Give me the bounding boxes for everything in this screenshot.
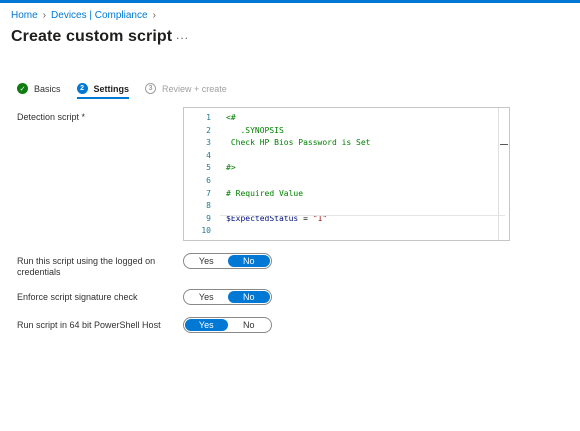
- line-number: 3: [206, 138, 211, 148]
- line-number: 6: [206, 175, 211, 185]
- current-line-highlight: [220, 215, 505, 216]
- editor-scrollbar[interactable]: [498, 108, 509, 240]
- chevron-right-icon: ›: [152, 10, 156, 21]
- signature-check-yes-option[interactable]: Yes: [185, 291, 228, 303]
- signature-check-toggle: Yes No: [183, 289, 272, 305]
- 64bit-powershell-no-option[interactable]: No: [228, 319, 271, 331]
- code-text: <#: [226, 113, 236, 122]
- detection-script-editor[interactable]: 1 <# 2 .SYNOPSIS 3 Check HP Bios Password…: [183, 107, 510, 241]
- line-number: 4: [206, 150, 211, 160]
- logged-on-credentials-yes-option[interactable]: Yes: [185, 255, 228, 267]
- 64bit-powershell-toggle: Yes No: [183, 317, 272, 333]
- line-number: 10: [201, 226, 211, 236]
- code-text: #>: [226, 163, 236, 173]
- code-text: # Required Value: [226, 188, 304, 198]
- 64bit-powershell-yes-option[interactable]: Yes: [185, 319, 228, 331]
- step-basics-label: Basics: [34, 83, 61, 94]
- step-number-badge: 3: [145, 83, 157, 94]
- step-review-create-label: Review + create: [162, 83, 227, 94]
- checkmark-icon: ✓: [17, 83, 28, 94]
- top-accent-bar: [0, 0, 580, 3]
- step-basics[interactable]: ✓ Basics: [17, 83, 61, 94]
- code-text: .SYNOPSIS: [226, 125, 284, 135]
- signature-check-label: Enforce script signature check: [17, 292, 138, 302]
- line-number: 5: [206, 163, 211, 173]
- current-step-underline: [77, 97, 129, 99]
- logged-on-credentials-label: Run this script using the logged on cred…: [17, 256, 156, 277]
- chevron-right-icon: ›: [42, 10, 47, 21]
- line-number: 1: [206, 113, 211, 122]
- signature-check-no-option[interactable]: No: [227, 291, 270, 303]
- wizard-steps: ✓ Basics 2 Settings 3 Review + create: [17, 83, 243, 94]
- code-text: Check HP Bios Password is Set: [226, 138, 371, 148]
- line-number: 11: [184, 238, 211, 240]
- line-number: 7: [206, 188, 211, 198]
- logged-on-credentials-no-option[interactable]: No: [227, 255, 270, 267]
- breadcrumb: Home › Devices | Compliance ›: [11, 10, 161, 21]
- step-settings-label: Settings: [93, 83, 130, 94]
- detection-script-label: Detection script *: [17, 112, 86, 122]
- scrollbar-marker: [500, 144, 508, 145]
- line-number: 9: [206, 213, 211, 223]
- 64bit-powershell-label: Run script in 64 bit PowerShell Host: [17, 320, 161, 330]
- page-title: Create custom script: [11, 28, 173, 45]
- line-number: 2: [206, 125, 211, 135]
- step-review-create[interactable]: 3 Review + create: [145, 83, 227, 94]
- logged-on-credentials-toggle: Yes No: [183, 253, 272, 269]
- breadcrumb-home-link[interactable]: Home: [11, 10, 38, 21]
- more-options-icon[interactable]: ...: [176, 28, 189, 42]
- step-settings[interactable]: 2 Settings: [76, 83, 130, 94]
- breadcrumb-devices-compliance-link[interactable]: Devices | Compliance: [51, 10, 148, 21]
- step-number-badge: 2: [76, 83, 88, 94]
- line-number: 8: [206, 201, 211, 211]
